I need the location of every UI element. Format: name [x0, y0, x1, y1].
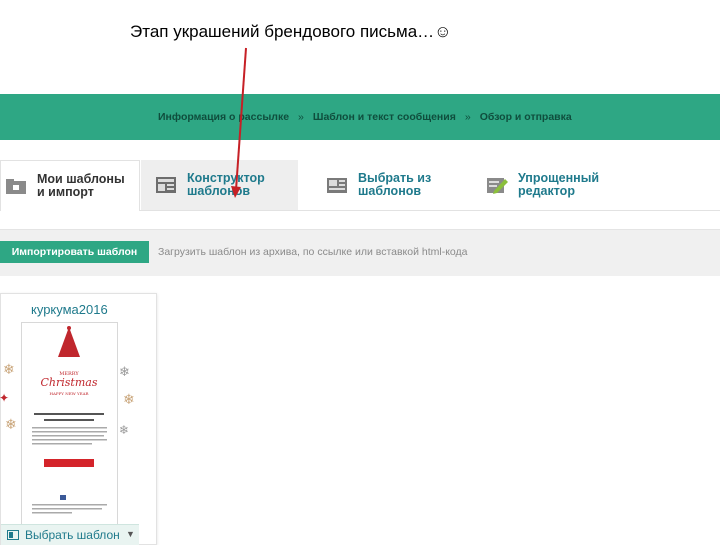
step-mailing-info[interactable]: Информация о рассылке: [158, 111, 289, 123]
tab-my-templates[interactable]: Мои шаблоны и импорт: [0, 160, 140, 211]
wizard-steps-bar: Информация о рассылке » Шаблон и текст с…: [0, 94, 720, 140]
pencil-edit-icon: [487, 178, 508, 194]
step-separator: »: [464, 111, 471, 123]
snowflake-decoration: ❄ ❄ ❄: [119, 365, 135, 437]
template-preview-thumbnail[interactable]: MERRY Christmas HAPPY NEW YEAR: [21, 322, 118, 529]
import-toolbar: Импортировать шаблон Загрузить шаблон из…: [0, 229, 720, 276]
tab-label: Упрощенный редактор: [518, 171, 600, 198]
tab-label: Конструктор шаблонов: [187, 171, 265, 198]
import-template-button[interactable]: Импортировать шаблон: [0, 241, 149, 263]
tab-label: Мои шаблоны и импорт: [37, 172, 125, 199]
preview-headline: Christmas: [41, 376, 98, 389]
step-template-and-text[interactable]: Шаблон и текст сообщения: [313, 111, 456, 123]
step-review-and-send[interactable]: Обзор и отправка: [480, 111, 572, 123]
choose-template-button[interactable]: Выбрать шаблон ▼: [1, 524, 139, 545]
tab-choose-template[interactable]: Выбрать из шаблонов: [312, 160, 462, 210]
folder-import-icon: [6, 179, 26, 194]
template-card-title[interactable]: куркума2016: [31, 302, 108, 317]
step-separator: »: [298, 111, 304, 123]
preview-cta-button: [44, 459, 94, 467]
template-gallery-icon: [327, 178, 347, 193]
tab-template-builder[interactable]: Конструктор шаблонов: [141, 160, 298, 210]
svg-text:❄: ❄: [119, 423, 129, 437]
slide-title: Этап украшений брендового письма…☺: [130, 22, 452, 41]
template-source-tabs: Мои шаблоны и импорт Конструктор шаблоно…: [0, 160, 720, 211]
layout-builder-icon: [156, 177, 176, 193]
template-card[interactable]: куркума2016 ❄ ✦ ❄ ❄ ❄ ❄ MERRY Christmas …: [0, 293, 157, 545]
import-hint-text: Загрузить шаблон из архива, по ссылке ил…: [158, 246, 468, 258]
svg-text:❄: ❄: [3, 362, 15, 378]
tab-simple-editor[interactable]: Упрощенный редактор: [472, 160, 632, 210]
preview-headline-bottom: HAPPY NEW YEAR: [50, 391, 90, 396]
template-icon: [7, 530, 19, 540]
svg-text:❄: ❄: [123, 392, 135, 408]
svg-text:❄: ❄: [119, 365, 130, 380]
tab-label: Выбрать из шаблонов: [358, 171, 432, 198]
svg-text:❄: ❄: [5, 417, 17, 433]
christmas-tree-icon: [58, 327, 80, 357]
chevron-down-icon[interactable]: ▼: [126, 529, 135, 539]
svg-text:✦: ✦: [0, 391, 9, 405]
